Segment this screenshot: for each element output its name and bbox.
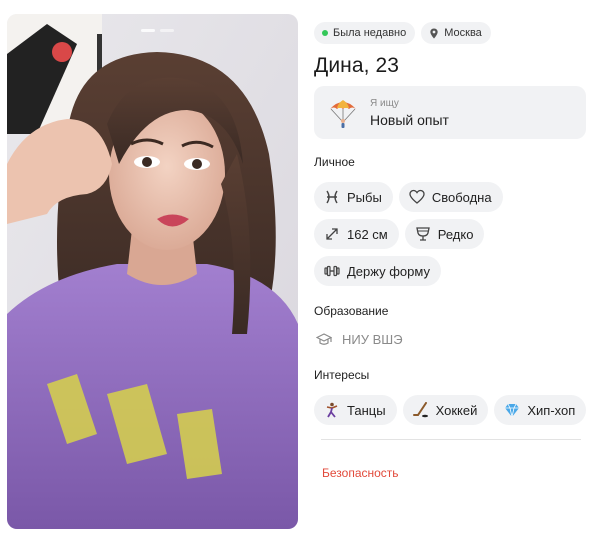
looking-for-value: Новый опыт (370, 111, 449, 128)
diamond-icon (505, 403, 520, 418)
chip-sport: Держу форму (314, 256, 441, 286)
photo-indicator[interactable] (141, 29, 155, 32)
location-text: Москва (444, 27, 482, 39)
dancer-icon (326, 402, 338, 418)
drink-icon (415, 227, 430, 241)
profile-photo[interactable] (7, 14, 298, 529)
education-item: НИУ ВШЭ (314, 332, 592, 347)
selfie-photo (7, 14, 298, 529)
heart-icon (409, 189, 425, 204)
section-personal-title: Личное (314, 155, 355, 169)
looking-for-card: Я ищу Новый опыт (314, 86, 586, 139)
pisces-icon (326, 190, 338, 204)
looking-for-label: Я ищу (370, 97, 399, 109)
badges-row: Была недавно Москва (314, 22, 592, 44)
chip-zodiac: Рыбы (314, 182, 393, 212)
chip-label: Рыбы (347, 189, 382, 205)
height-icon (326, 228, 338, 240)
interest-chips: Танцы Хоккей Хип-хоп (314, 395, 592, 425)
divider (321, 439, 581, 440)
hockey-icon (412, 402, 428, 418)
chip-relationship: Свободна (398, 182, 503, 212)
education-value: НИУ ВШЭ (342, 332, 403, 347)
chip-interest-hockey: Хоккей (402, 395, 489, 425)
chip-label: 162 см (347, 226, 388, 242)
profile-name-age: Дина, 23 (314, 54, 400, 77)
parachute-icon (330, 99, 356, 128)
photo-indicator[interactable] (160, 29, 174, 32)
graduation-cap-icon (316, 332, 332, 345)
chip-label: Хип-хоп (527, 402, 576, 418)
chip-alcohol: Редко (404, 219, 485, 249)
chip-interest-dance: Танцы (314, 395, 397, 425)
chip-label: Свободна (431, 189, 492, 205)
location-badge: Москва (421, 22, 491, 44)
personal-chips: Рыбы Свободна 162 см Редко Держу форму (314, 182, 592, 286)
dumbbell-icon (324, 265, 340, 277)
section-education-title: Образование (314, 304, 389, 318)
profile-details: Была недавно Москва Дина, 23 Я ищу Новый… (314, 22, 592, 480)
safety-link[interactable]: Безопасность (322, 466, 592, 480)
section-interests-title: Интересы (314, 368, 370, 382)
status-text: Была недавно (333, 27, 407, 39)
status-badge: Была недавно (314, 22, 416, 44)
chip-label: Танцы (347, 402, 386, 418)
location-pin-icon (430, 27, 438, 39)
chip-height: 162 см (314, 219, 399, 249)
chip-label: Держу форму (347, 263, 430, 279)
chip-label: Редко (437, 226, 474, 242)
photo-indicators (141, 29, 174, 32)
chip-interest-hiphop: Хип-хоп (494, 395, 587, 425)
online-dot-icon (322, 30, 328, 36)
chip-label: Хоккей (435, 402, 478, 418)
